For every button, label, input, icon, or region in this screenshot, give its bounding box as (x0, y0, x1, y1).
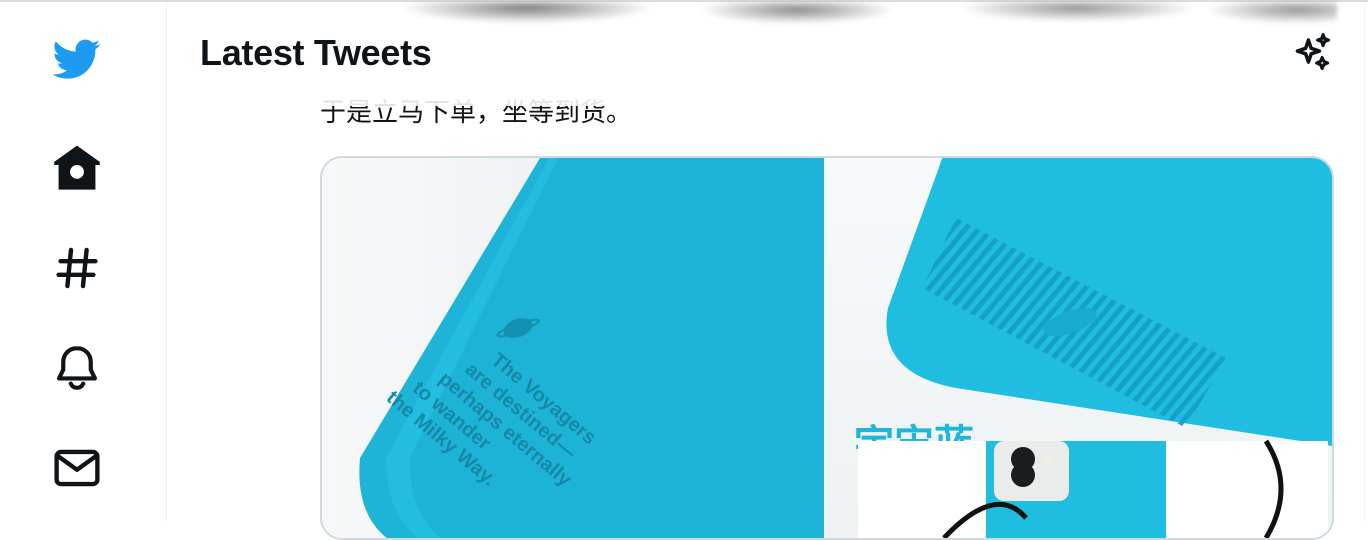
header-blur-overlay (297, 2, 1337, 42)
timeline: 于是立马下单，坐等到货。 The Voyagers are destined— … (167, 2, 1365, 540)
bell-icon (57, 346, 97, 390)
hashtag-icon (56, 247, 98, 289)
media-photo-2[interactable]: 宇宙蓝 (826, 158, 1332, 538)
media-photo-1[interactable]: The Voyagers are destined— perhaps etern… (322, 158, 824, 538)
page-title: Latest Tweets (200, 32, 432, 73)
sparkle-icon (1295, 33, 1331, 71)
home-icon (54, 145, 100, 190)
timeline-header: Latest Tweets (167, 2, 1364, 106)
mail-icon (54, 449, 100, 487)
sidebar-item-messages[interactable] (50, 441, 104, 495)
sidebar-item-explore[interactable] (50, 241, 104, 295)
phone-case-photo: The Voyagers are destined— perhaps etern… (322, 158, 824, 538)
twitter-logo[interactable] (50, 32, 104, 86)
twitter-bird-icon (52, 39, 101, 79)
sidebar-item-notifications[interactable] (50, 341, 104, 395)
tweet-media-grid: The Voyagers are destined— perhaps etern… (320, 156, 1334, 540)
sidebar (0, 2, 167, 522)
sidebar-item-home[interactable] (50, 141, 104, 195)
top-tweets-button[interactable] (1291, 30, 1335, 74)
phone-case-product-shot: 宇宙蓝 (826, 158, 1332, 538)
